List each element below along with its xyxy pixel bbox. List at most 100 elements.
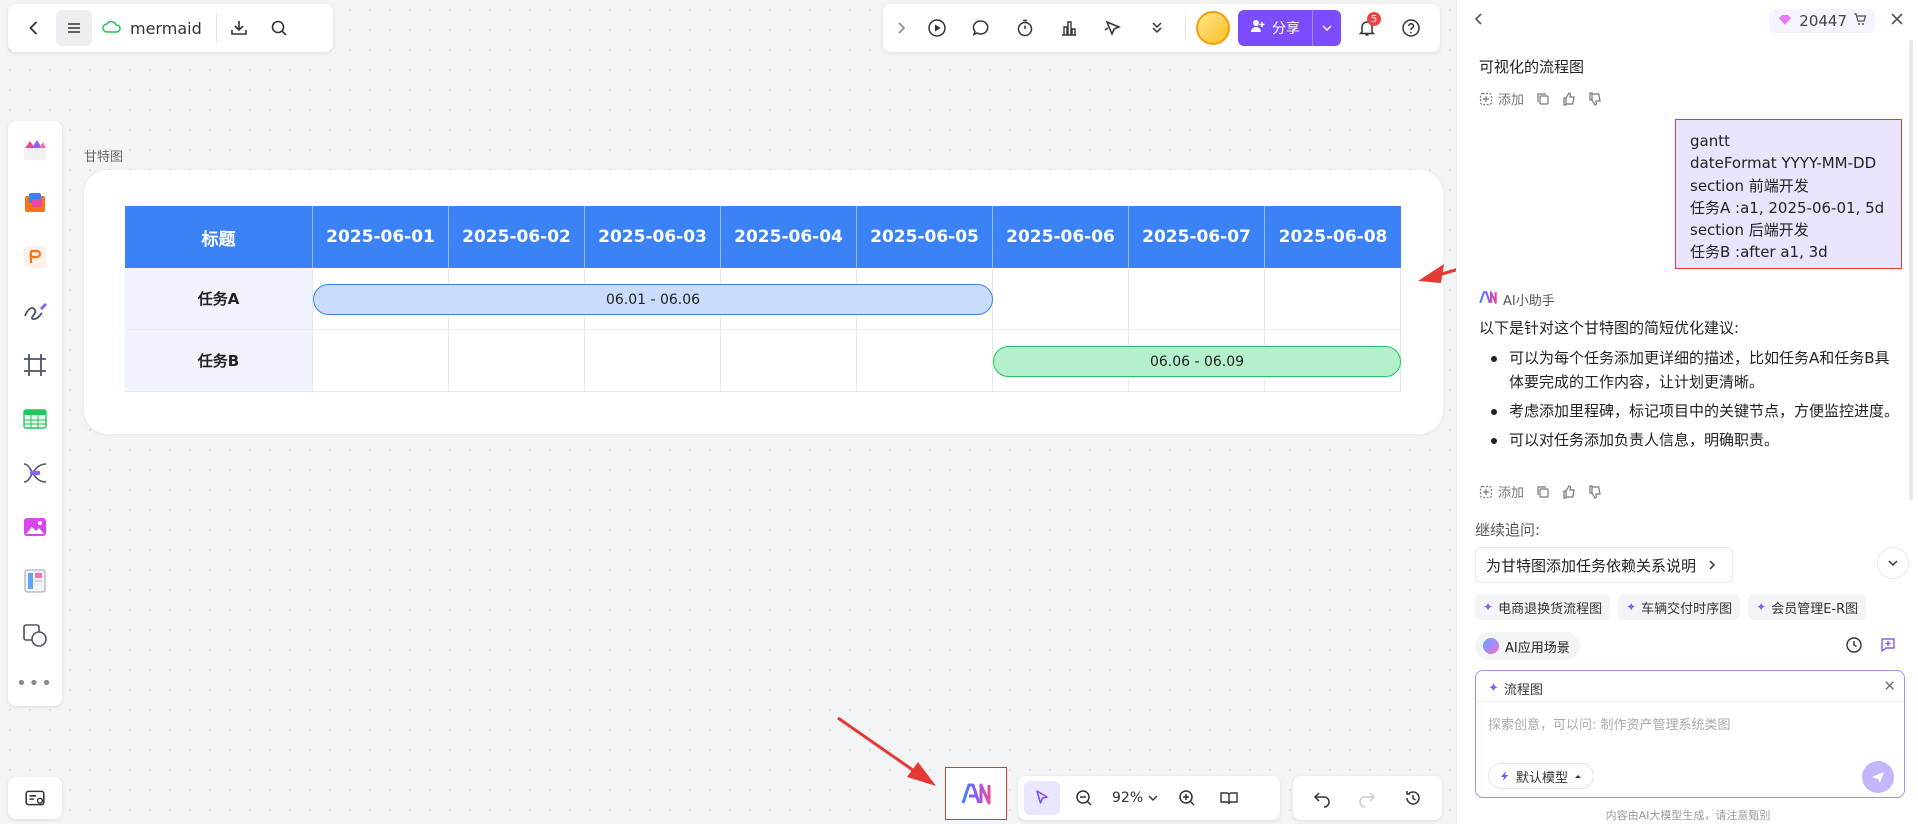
select-cursor-icon[interactable] xyxy=(1024,781,1060,815)
search-icon[interactable] xyxy=(261,10,297,46)
send-button[interactable] xyxy=(1862,761,1894,793)
help-icon[interactable] xyxy=(1393,10,1429,46)
image-icon[interactable] xyxy=(15,507,55,547)
download-icon[interactable] xyxy=(221,10,257,46)
gantt-chart[interactable]: 标题 2025-06-01 2025-06-02 2025-06-03 2025… xyxy=(125,206,1401,392)
sparkle-icon: ✦ xyxy=(1488,681,1499,696)
laser-pointer-icon[interactable] xyxy=(1095,10,1131,46)
close-icon[interactable]: ✕ xyxy=(1883,677,1896,695)
caret-up-icon xyxy=(1575,775,1582,778)
header-title-cell: 标题 xyxy=(125,206,313,268)
code-line: dateFormat YYYY-MM-DD xyxy=(1690,154,1877,173)
more-tools-icon[interactable]: ••• xyxy=(16,673,54,694)
divider xyxy=(1476,701,1904,702)
zoom-out-icon[interactable] xyxy=(1066,781,1102,815)
credits-badge[interactable]: 20447 xyxy=(1769,9,1875,33)
cloud-sync-icon xyxy=(102,19,122,38)
model-selector[interactable]: 默认模型 xyxy=(1488,763,1595,789)
date-header: 2025-06-02 xyxy=(449,206,585,268)
ai-disclaimer: 内容由AI大模型生成，请注意甄别 xyxy=(1605,809,1771,822)
zoom-in-icon[interactable] xyxy=(1169,781,1205,815)
user-code-message: gantt dateFormat YYYY-MM-DD section 前端开发… xyxy=(1675,119,1902,269)
add-icon xyxy=(1479,92,1493,105)
top-left-toolbar: mermaid xyxy=(8,4,333,52)
ai-assistant-button[interactable] xyxy=(945,767,1007,820)
share-button[interactable]: 分享 xyxy=(1238,10,1341,46)
frame-icon[interactable] xyxy=(15,345,55,385)
clock-icon[interactable] xyxy=(1845,636,1863,658)
notification-badge: 5 xyxy=(1367,12,1381,26)
new-chat-icon[interactable] xyxy=(1879,636,1897,658)
thumbs-down-icon[interactable] xyxy=(1588,91,1602,106)
task-label: 任务B xyxy=(125,330,313,391)
minimap-icon[interactable] xyxy=(8,777,62,819)
zoom-level-dropdown[interactable]: 92% xyxy=(1108,790,1163,806)
scenario-icon xyxy=(1483,638,1499,654)
chevron-down-icon[interactable] xyxy=(1877,547,1909,579)
doc-title: mermaid xyxy=(130,18,202,38)
shapes-icon[interactable] xyxy=(15,615,55,655)
history-icon[interactable] xyxy=(1403,788,1423,808)
layout-icon[interactable] xyxy=(15,561,55,601)
followup-suggestion-button[interactable]: 为甘特图添加任务依赖关系说明 xyxy=(1475,547,1734,583)
ai-scenarios-button[interactable]: AI应用场景 xyxy=(1475,632,1580,660)
message-actions: 添加 xyxy=(1479,482,1602,501)
chat-input[interactable] xyxy=(1488,711,1888,739)
copy-icon[interactable] xyxy=(1536,485,1550,499)
chevron-right-icon[interactable] xyxy=(891,10,911,46)
gantt-header: 标题 2025-06-01 2025-06-02 2025-06-03 2025… xyxy=(125,206,1401,268)
prompt-suggestions: ✦ 电商退换货流程图 ✦ 车辆交付时序图 ✦ 会员管理E-R图 xyxy=(1475,594,1867,620)
code-line: 任务A :a1, 2025-06-01, 5d xyxy=(1690,198,1885,217)
send-icon xyxy=(1872,772,1884,783)
add-user-icon xyxy=(1250,18,1266,38)
double-chevron-down-icon[interactable] xyxy=(1139,10,1175,46)
template-icon[interactable] xyxy=(15,129,55,169)
timer-icon[interactable] xyxy=(1007,10,1043,46)
table-icon[interactable] xyxy=(15,399,55,439)
thumbs-up-icon[interactable] xyxy=(1562,484,1576,499)
menu-icon[interactable] xyxy=(56,10,92,46)
thumbs-down-icon[interactable] xyxy=(1588,484,1602,499)
chat-input-box: ✦ 流程图 ✕ 默认模型 xyxy=(1475,670,1905,798)
list-item: 可以为每个任务添加更详细的描述，比如任务A和任务B具体要完成的工作内容，让计划更… xyxy=(1479,346,1899,394)
copy-icon[interactable] xyxy=(1536,92,1550,106)
sticky-note-icon[interactable] xyxy=(15,183,55,223)
scrollbar[interactable] xyxy=(1909,40,1913,500)
add-to-canvas-button[interactable]: 添加 xyxy=(1479,482,1524,501)
panel-header: 20447 xyxy=(1457,0,1918,42)
play-icon[interactable] xyxy=(919,10,955,46)
comment-icon[interactable] xyxy=(963,10,999,46)
book-icon[interactable] xyxy=(1211,781,1247,815)
suggestion-chip[interactable]: ✦ 车辆交付时序图 xyxy=(1618,594,1741,620)
vote-icon[interactable] xyxy=(1051,10,1087,46)
task-bar[interactable]: 06.06 - 06.09 xyxy=(993,346,1401,377)
history-toolbar xyxy=(1293,776,1442,820)
back-icon[interactable] xyxy=(16,10,52,46)
connector-icon[interactable] xyxy=(15,453,55,493)
followup-label: 继续追问: xyxy=(1475,521,1541,539)
suggestion-chip[interactable]: ✦ 会员管理E-R图 xyxy=(1748,594,1867,620)
undo-icon[interactable] xyxy=(1312,788,1332,808)
redo-icon[interactable] xyxy=(1357,788,1377,808)
chevron-down-icon xyxy=(1148,795,1158,801)
add-to-canvas-button[interactable]: 添加 xyxy=(1479,89,1524,108)
text-icon[interactable] xyxy=(15,237,55,277)
pen-icon[interactable] xyxy=(15,291,55,331)
task-bar[interactable]: 06.01 - 06.06 xyxy=(313,284,993,315)
share-options-button[interactable] xyxy=(1312,10,1341,46)
suggestion-chip[interactable]: ✦ 电商退换货流程图 xyxy=(1475,594,1611,620)
divider xyxy=(1185,15,1186,41)
credits-count: 20447 xyxy=(1799,12,1847,30)
add-label: 添加 xyxy=(1498,93,1525,108)
top-right-toolbar: 分享 5 xyxy=(883,4,1440,52)
assistant-logo-icon xyxy=(1479,291,1497,308)
notification-bell-icon[interactable]: 5 xyxy=(1349,10,1385,46)
thumbs-up-icon[interactable] xyxy=(1562,91,1576,106)
close-icon[interactable] xyxy=(1889,11,1905,31)
doc-title-area[interactable]: mermaid xyxy=(96,14,217,42)
code-line: gantt xyxy=(1690,132,1730,150)
avatar[interactable] xyxy=(1196,11,1230,45)
date-header: 2025-06-05 xyxy=(857,206,993,268)
panel-back-icon[interactable] xyxy=(1471,11,1487,31)
assistant-label: AI小助手 xyxy=(1479,290,1555,309)
